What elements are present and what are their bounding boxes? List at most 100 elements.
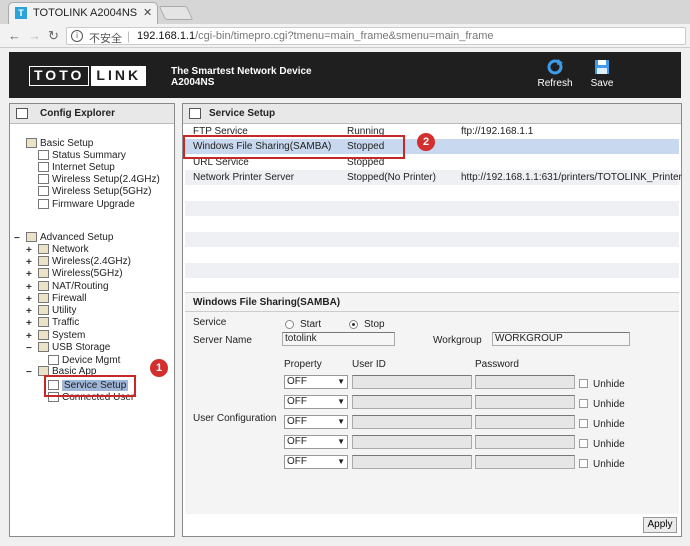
password-field[interactable] [475,415,575,429]
header-banner: TOTO LINK The Smartest Network Device A20… [9,52,681,98]
tree-status-summary[interactable]: Status Summary [38,150,126,162]
folder-icon [26,138,37,149]
tagline-text: The Smartest Network Device [171,66,312,77]
url-field[interactable]: i 不安全 | 192.168.1.1/cgi-bin/timepro.cgi?… [66,27,686,45]
close-tab-icon[interactable]: ✕ [143,6,152,19]
property-select[interactable]: OFF ▼ [284,455,348,469]
tree-wireless-24-label: Wireless(2.4GHz) [52,256,131,267]
expand-toggle-icon[interactable]: + [26,245,32,256]
collapse-toggle-icon[interactable]: − [26,367,32,378]
user-id-field[interactable] [352,455,472,469]
user-id-field[interactable] [352,415,472,429]
workgroup-field[interactable]: WORKGROUP [492,332,630,346]
collapse-toggle-icon[interactable]: − [14,233,20,244]
property-select[interactable]: OFF ▼ [284,375,348,389]
tree-system-label: System [52,330,86,341]
tree-advanced-setup[interactable]: Advanced Setup [26,232,113,244]
unhide-label: Unhide [593,439,625,450]
expand-toggle-icon[interactable]: + [26,257,32,268]
tree-basic-setup-label: Basic Setup [40,138,94,149]
tree-network[interactable]: Network [38,244,89,256]
service-setup-title: Service Setup [209,108,276,119]
unhide-checkbox[interactable] [579,459,588,468]
expand-toggle-icon[interactable]: + [26,294,32,305]
empty-row [185,186,679,201]
unhide-label: Unhide [593,379,625,390]
save-label: Save [590,78,614,89]
tree-wireless-setup-5[interactable]: Wireless Setup(5GHz) [38,186,151,198]
divider [185,311,679,312]
expand-toggle-icon[interactable]: + [26,282,32,293]
user-id-field[interactable] [352,435,472,449]
tree-usb-storage[interactable]: USB Storage [38,342,110,354]
tree-wireless-setup-24-label: Wireless Setup(2.4GHz) [52,174,160,185]
service-setup-header: Service Setup [183,104,681,124]
lock-icon [38,293,49,304]
empty-row [185,248,679,263]
save-button[interactable]: Save [582,58,622,89]
tree-traffic[interactable]: Traffic [38,317,79,329]
user-id-field[interactable] [352,375,472,389]
tree-wireless-24[interactable]: Wireless(2.4GHz) [38,256,131,268]
tree-firewall[interactable]: Firewall [38,293,86,305]
tree-nat-routing[interactable]: NAT/Routing [38,281,109,293]
service-url: ftp://192.168.1.1 [461,126,534,137]
password-field[interactable] [475,435,575,449]
stop-radio[interactable]: Stop [349,319,385,330]
tree-firmware-upgrade[interactable]: Firmware Upgrade [38,199,135,211]
server-name-field[interactable]: totolink [282,332,395,346]
tree-internet-setup[interactable]: Internet Setup [38,162,115,174]
tree-device-mgmt-label: Device Mgmt [62,355,121,366]
password-field[interactable] [475,375,575,389]
unhide-checkbox[interactable] [579,379,588,388]
url-path: /cgi-bin/timepro.cgi?tmenu=main_frame&sm… [195,30,494,42]
start-radio[interactable]: Start [285,319,321,330]
info-icon[interactable]: i [71,30,83,42]
page-icon [38,186,49,197]
tree-wireless-setup-24[interactable]: Wireless Setup(2.4GHz) [38,174,160,186]
page-icon [48,355,59,366]
user-config-label: User Configuration [193,413,277,424]
service-row-printer[interactable]: Network Printer Server Stopped(No Printe… [185,170,682,185]
expand-toggle-icon[interactable]: + [26,306,32,317]
callout-box-2 [183,135,405,159]
property-value: OFF [287,436,307,447]
collapse-toggle-icon[interactable]: − [26,343,32,354]
tree-usb-storage-label: USB Storage [52,342,111,353]
property-select[interactable]: OFF ▼ [284,415,348,429]
browser-tab[interactable]: T TOTOLINK A2004NS ✕ [8,2,158,24]
reload-icon[interactable]: ↻ [48,28,59,44]
folder-icon [38,256,49,267]
apply-button[interactable]: Apply [643,517,677,533]
password-field[interactable] [475,395,575,409]
col-user-id: User ID [352,359,386,370]
user-id-field[interactable] [352,395,472,409]
logo-link: LINK [91,66,147,86]
property-select[interactable]: OFF ▼ [284,395,348,409]
forward-arrow-icon[interactable]: → [28,28,41,43]
stop-radio-button[interactable] [349,319,358,329]
tree-basic-setup[interactable]: Basic Setup [26,138,93,150]
tree-traffic-label: Traffic [52,317,80,328]
tree-system[interactable]: System [38,330,85,342]
property-select[interactable]: OFF ▼ [284,435,348,449]
new-tab-button[interactable] [158,6,194,20]
callout-badge-2: 2 [417,133,435,151]
samba-detail-title: Windows File Sharing(SAMBA) [193,297,341,308]
expand-toggle-icon[interactable]: + [26,331,32,342]
password-field[interactable] [475,455,575,469]
service-url: http://192.168.1.1:631/printers/TOTOLINK… [461,172,682,183]
unhide-checkbox[interactable] [579,439,588,448]
expand-toggle-icon[interactable]: + [26,269,32,280]
service-name: Network Printer Server [193,172,295,183]
tree-wireless-5[interactable]: Wireless(5GHz) [38,268,123,280]
tree-utility[interactable]: Utility [38,305,76,317]
start-radio-button[interactable] [285,319,294,329]
server-name-label: Server Name [193,335,252,346]
unhide-checkbox[interactable] [579,399,588,408]
unhide-checkbox[interactable] [579,419,588,428]
expand-toggle-icon[interactable]: + [26,318,32,329]
back-arrow-icon[interactable]: ← [8,28,21,43]
url-text: 192.168.1.1/cgi-bin/timepro.cgi?tmenu=ma… [137,30,493,42]
refresh-button[interactable]: Refresh [535,58,575,89]
